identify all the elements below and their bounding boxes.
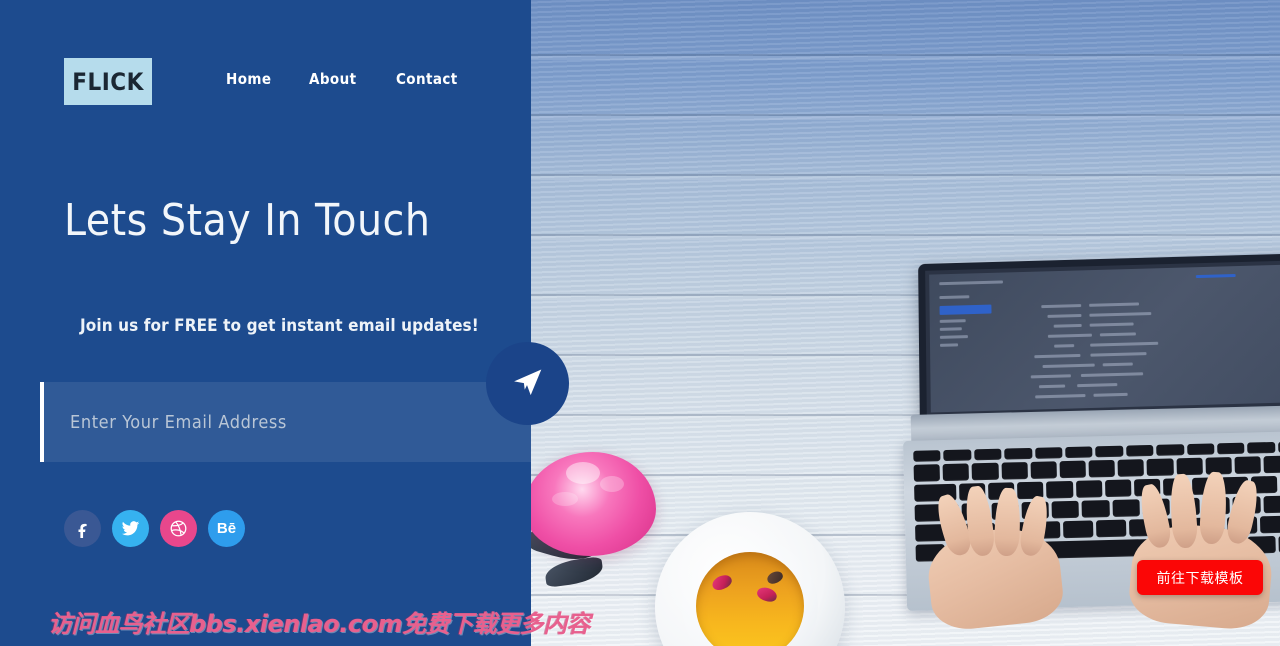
download-template-button[interactable]: 前往下载模板: [1137, 560, 1263, 595]
landing-page: FLICK Home About Contact Lets Stay In To…: [0, 0, 1280, 646]
hero-panel: FLICK Home About Contact Lets Stay In To…: [0, 0, 591, 646]
nav-link-home[interactable]: Home: [226, 70, 271, 88]
laptop: [902, 253, 1280, 633]
subscribe-submit-button[interactable]: [486, 342, 569, 425]
nav-item-contact[interactable]: Contact: [396, 70, 479, 89]
social-link-dribbble[interactable]: [160, 510, 197, 547]
brand-logo-text: FLICK: [72, 67, 144, 96]
brand-logo[interactable]: FLICK: [64, 58, 152, 105]
paper-plane-icon: [511, 365, 545, 402]
page-title: Lets Stay In Touch: [64, 195, 431, 246]
nav-item-home[interactable]: Home: [226, 70, 309, 89]
facebook-icon: [74, 520, 92, 538]
email-field-wrapper[interactable]: [40, 382, 531, 462]
site-watermark: 访问血鸟社区bbs.xienlao.com免费下载更多内容: [48, 610, 591, 638]
email-input[interactable]: [44, 382, 531, 462]
nav-item-about[interactable]: About: [309, 70, 396, 89]
dribbble-icon: [169, 519, 188, 538]
nav-link-contact[interactable]: Contact: [396, 70, 458, 88]
subscribe-form: [40, 342, 569, 462]
behance-icon: Bē: [216, 520, 237, 537]
social-link-facebook[interactable]: [64, 510, 101, 547]
laptop-screen: [918, 253, 1280, 424]
hero-subtitle: Join us for FREE to get instant email up…: [80, 316, 479, 336]
social-link-twitter[interactable]: [112, 510, 149, 547]
social-link-behance[interactable]: Bē: [208, 510, 245, 547]
main-nav: Home About Contact: [226, 70, 479, 89]
site-header: FLICK Home About Contact: [0, 0, 531, 162]
social-links: Bē: [64, 510, 245, 547]
twitter-icon: [121, 519, 140, 538]
nav-link-about[interactable]: About: [309, 70, 356, 88]
